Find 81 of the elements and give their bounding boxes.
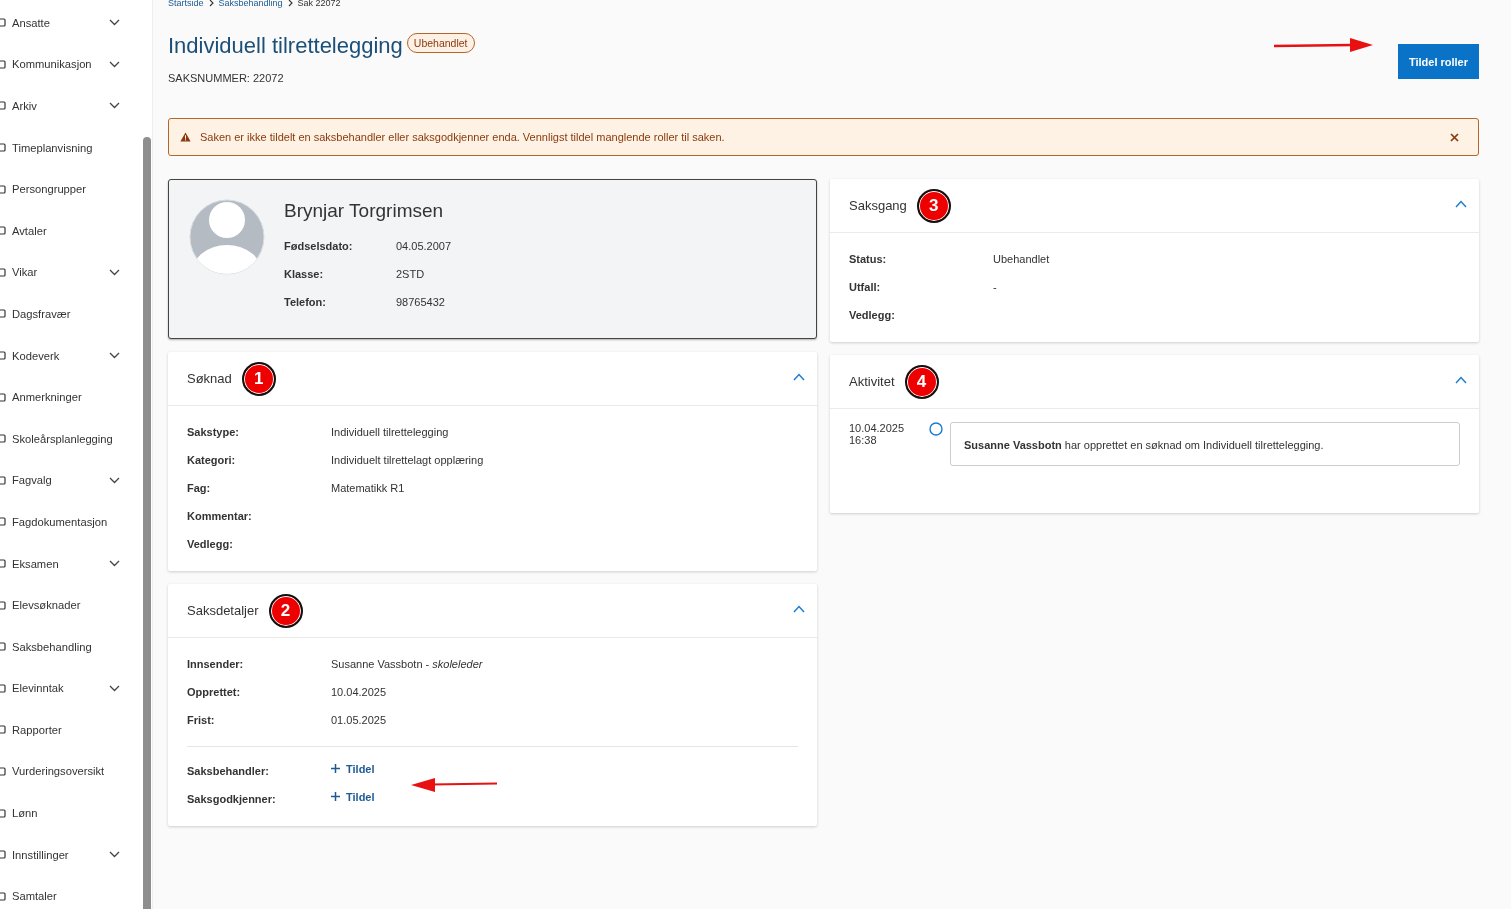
page-title: Individuell tilrettelegging	[168, 33, 403, 59]
chevron-up-icon[interactable]	[793, 372, 805, 381]
activity-date: 10.04.2025	[849, 422, 906, 434]
field-value: -	[993, 281, 997, 293]
field-label: Innsender:	[187, 658, 245, 670]
field-value: 01.05.2025	[331, 714, 387, 726]
sidebar-item[interactable]: Fagvalg	[0, 459, 142, 502]
sidebar-item[interactable]: Saksbehandling	[0, 625, 142, 668]
field-value: Individuelt tilrettelagt opplæring	[331, 454, 484, 466]
field-label: Status:	[849, 253, 888, 265]
field-label: Kategori:	[187, 454, 237, 466]
panel-title: Saksdetaljer	[187, 603, 259, 618]
field-label: Opprettet:	[187, 686, 242, 698]
sidebar-item[interactable]: Vurderingsoversikt	[0, 750, 142, 793]
field-label: Fag:	[187, 482, 212, 494]
field-label: Utfall:	[849, 281, 882, 293]
sidebar-item[interactable]: Eksamen	[0, 542, 142, 585]
field-label: Saksgodkjenner:	[187, 793, 277, 805]
status-badge: Ubehandlet	[406, 33, 475, 53]
sidebar-item[interactable]: Skoleårsplanlegging	[0, 417, 142, 460]
sidebar-item[interactable]: Vikar	[0, 251, 142, 294]
assign-link[interactable]: Tildel	[331, 790, 375, 803]
field-value: 2STD	[396, 268, 425, 280]
case-number: SAKSNUMMER: 22072	[168, 72, 285, 84]
sidebar-item[interactable]: Fagdokumentasjon	[0, 501, 142, 543]
field-label: Fødselsdato:	[284, 240, 354, 252]
sidebar-item[interactable]: Kodeverk	[0, 334, 142, 377]
field-label: Saksbehandler:	[187, 765, 270, 777]
avatar-icon	[189, 199, 265, 275]
sidebar-item[interactable]: Lønn	[0, 792, 142, 834]
field-value: 04.05.2007	[396, 240, 452, 252]
sidebar-item[interactable]: Kommunikasjon	[0, 43, 142, 86]
number-marker: 2	[268, 593, 303, 628]
field-value: 10.04.2025	[331, 686, 387, 698]
warning-icon	[180, 132, 191, 142]
assign-link[interactable]: Tildel	[331, 762, 375, 775]
sidebar-item[interactable]: Elevinntak	[0, 667, 142, 710]
sidebar-item[interactable]: Samtaler	[0, 875, 142, 909]
field-value: Individuell tilrettelegging	[331, 426, 449, 438]
chevron-right-icon	[208, 0, 214, 7]
plus-icon	[331, 764, 340, 773]
scrollbar-thumb[interactable]	[143, 137, 151, 909]
sidebar-item[interactable]: Ansatte	[0, 2, 142, 44]
number-marker: 1	[241, 361, 276, 396]
close-icon[interactable]	[1450, 132, 1459, 142]
field-label: Vedlegg:	[849, 309, 896, 321]
field-label: Frist:	[187, 714, 216, 726]
plus-icon	[331, 792, 340, 801]
assign-roles-button[interactable]: Tildel roller	[1397, 44, 1479, 79]
person-name: Brynjar Torgrimsen	[284, 200, 445, 222]
alert-message: Saken er ikke tildelt en saksbehandler eller saksgodkjenner enda. Vennligst tildel manglende roller til saken.	[200, 131, 726, 143]
field-value: Matematikk R1	[331, 482, 405, 494]
number-marker: 4	[904, 364, 939, 399]
field-value: Ubehandlet	[993, 253, 1050, 265]
sidebar-item[interactable]: Innstillinger	[0, 833, 142, 876]
chevron-up-icon[interactable]	[1455, 375, 1467, 384]
panel-title: Saksgang	[849, 198, 907, 213]
timeline-dot-icon	[929, 422, 943, 436]
field-label: Klasse:	[284, 268, 325, 280]
sidebar-item[interactable]: Timeplanvisning	[0, 126, 142, 169]
field-label: Vedlegg:	[187, 538, 234, 550]
field-value: Susanne Vassbotn - skoleleder	[331, 658, 483, 670]
sidebar-item[interactable]: Persongrupper	[0, 168, 142, 210]
field-label: Telefon:	[284, 296, 327, 308]
field-label: Kommentar:	[187, 510, 253, 522]
field-label: Sakstype:	[187, 426, 240, 438]
sidebar-item[interactable]: Avtaler	[0, 209, 142, 252]
panel-title: Søknad	[187, 371, 232, 386]
chevron-up-icon[interactable]	[1455, 199, 1467, 208]
activity-entry: Susanne Vassbotn har opprettet en søknad om Individuell tilrettelegging.	[950, 422, 1460, 466]
sidebar-item[interactable]: Anmerkninger	[0, 376, 142, 418]
sidebar-item[interactable]: Arkiv	[0, 85, 142, 127]
activity-time: 16:38	[849, 434, 878, 446]
number-marker: 3	[916, 188, 951, 223]
sidebar-item[interactable]: Rapporter	[0, 709, 142, 751]
chevron-up-icon[interactable]	[793, 604, 805, 613]
sidebar-item[interactable]: Elevsøknader	[0, 584, 142, 626]
panel-title: Aktivitet	[849, 374, 895, 389]
sidebar-item[interactable]: Dagsfravær	[0, 293, 142, 335]
field-value: 98765432	[396, 296, 445, 308]
chevron-right-icon	[287, 0, 293, 7]
